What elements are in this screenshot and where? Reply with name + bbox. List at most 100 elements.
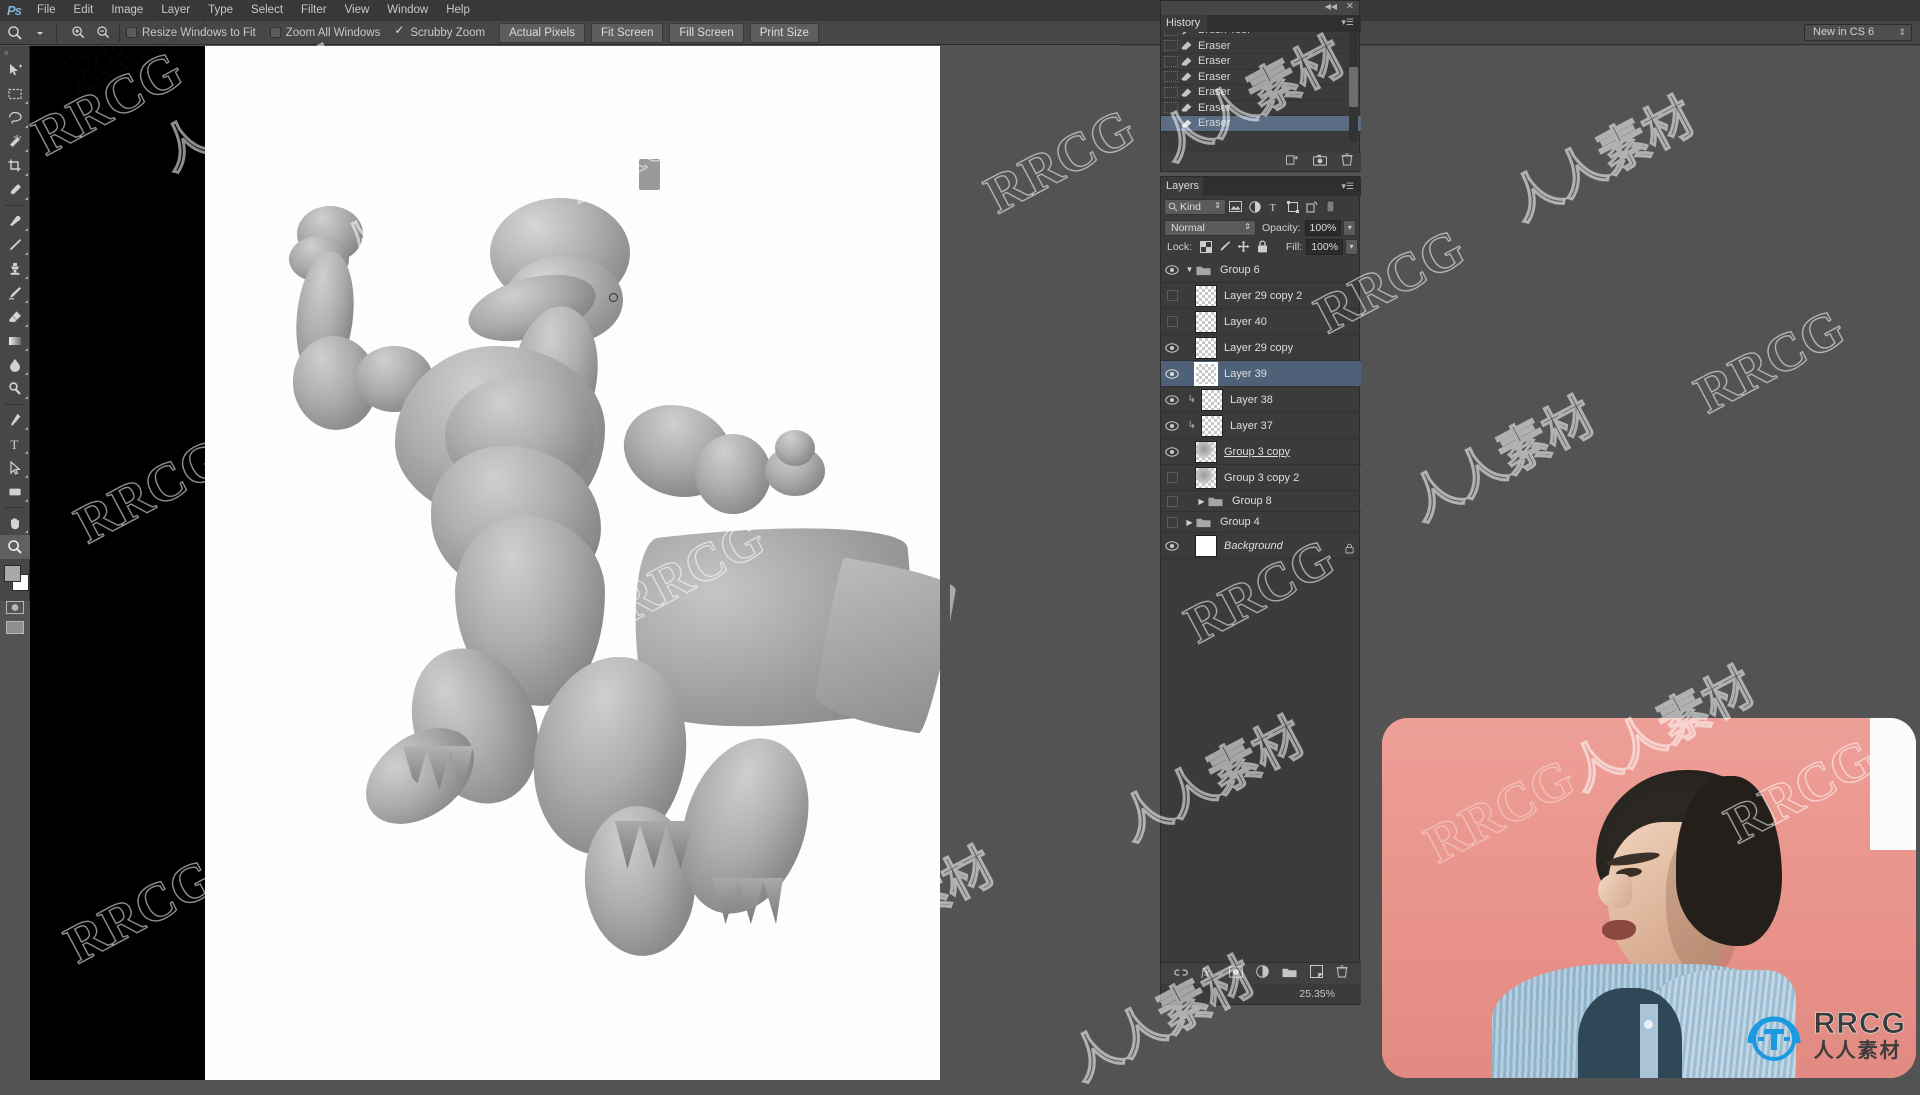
layer-thumbnail[interactable] [1195, 535, 1217, 557]
lock-image-pixels-icon[interactable] [1215, 239, 1234, 255]
blur-tool[interactable] [0, 353, 30, 377]
layer-row-group-6[interactable]: ▼ Group 6 [1161, 257, 1361, 283]
layer-thumbnail[interactable] [1195, 441, 1217, 463]
pixel-filter-icon[interactable] [1226, 199, 1245, 215]
scrubby-zoom-checkbox[interactable]: Scrubby Zoom [394, 27, 485, 39]
layer-list[interactable]: ▼ Group 6 Layer 29 copy 2 Layer 40 [1161, 257, 1361, 982]
type-tool[interactable]: T [0, 432, 30, 456]
history-panel-menu-icon[interactable]: ▾☰ [1341, 17, 1354, 28]
layer-row-group-3-copy[interactable]: Group 3 copy [1161, 439, 1361, 465]
delete-layer-icon[interactable] [1336, 965, 1348, 983]
visibility-toggle[interactable] [1161, 283, 1183, 309]
fill-value[interactable]: 100% [1306, 239, 1343, 255]
visibility-toggle[interactable] [1161, 387, 1183, 413]
tab-history[interactable]: History [1161, 15, 1207, 32]
blend-mode-select[interactable]: Normal ⇕ [1164, 220, 1256, 236]
filter-toggle-icon[interactable] [1321, 199, 1340, 215]
dodge-tool[interactable] [0, 377, 30, 401]
foreground-color-swatch[interactable] [4, 565, 21, 582]
brush-tool[interactable] [0, 233, 30, 257]
layer-row-group-8[interactable]: ▶ Group 8 [1161, 491, 1361, 512]
magic-wand-tool[interactable] [0, 130, 30, 154]
lock-position-icon[interactable] [1234, 239, 1253, 255]
visibility-toggle[interactable] [1161, 413, 1183, 439]
menu-image[interactable]: Image [102, 0, 152, 21]
zoom-all-windows-checkbox[interactable]: Zoom All Windows [270, 27, 381, 39]
clone-stamp-tool[interactable] [0, 257, 30, 281]
history-item-selected[interactable]: Eraser [1161, 116, 1361, 132]
new-group-icon[interactable] [1282, 965, 1297, 983]
layer-name[interactable]: Background [1224, 540, 1283, 552]
layer-thumbnail[interactable] [1195, 337, 1217, 359]
crop-tool[interactable] [0, 154, 30, 178]
print-size-button[interactable]: Print Size [750, 23, 819, 43]
opacity-stepper[interactable]: ▾ [1343, 220, 1356, 236]
tool-preset-chevron-down-icon[interactable] [30, 23, 50, 43]
menu-file[interactable]: File [28, 0, 65, 21]
type-filter-icon[interactable]: T [1264, 199, 1283, 215]
opacity-value[interactable]: 100% [1305, 220, 1342, 236]
tab-layers[interactable]: Layers [1161, 177, 1203, 196]
group-expand-triangle-icon[interactable]: ▶ [1195, 497, 1208, 506]
layer-row-group-3-copy-2[interactable]: Group 3 copy 2 [1161, 465, 1361, 491]
layer-name[interactable]: Layer 39 [1224, 368, 1267, 380]
zoom-out-icon[interactable] [93, 23, 113, 43]
marquee-tool[interactable] [0, 82, 30, 106]
layer-row-layer-29-copy[interactable]: Layer 29 copy [1161, 335, 1361, 361]
layer-name[interactable]: Layer 37 [1230, 420, 1273, 432]
history-item[interactable]: Eraser [1161, 85, 1361, 101]
healing-brush-tool[interactable] [0, 209, 30, 233]
layer-row-layer-39-selected[interactable]: Layer 39 [1161, 361, 1361, 387]
close-icon[interactable]: ✕ [1346, 1, 1354, 12]
menu-select[interactable]: Select [242, 0, 292, 21]
zoom-in-icon[interactable] [68, 23, 88, 43]
menu-layer[interactable]: Layer [152, 0, 199, 21]
screen-mode-toggle[interactable] [0, 617, 30, 637]
layer-thumbnail[interactable] [1195, 363, 1217, 385]
link-layers-icon[interactable] [1174, 965, 1188, 983]
layer-name[interactable]: Layer 29 copy [1224, 342, 1293, 354]
actual-pixels-button[interactable]: Actual Pixels [499, 23, 585, 43]
zoom-tool-icon[interactable] [5, 23, 25, 43]
new-layer-icon[interactable] [1310, 965, 1323, 983]
resize-windows-to-fit-checkbox[interactable]: Resize Windows to Fit [126, 27, 256, 39]
shape-filter-icon[interactable] [1283, 199, 1302, 215]
history-snapshot-box[interactable] [1164, 118, 1178, 129]
rectangle-tool[interactable] [0, 480, 30, 504]
new-document-from-state-icon[interactable] [1286, 153, 1299, 171]
menu-view[interactable]: View [336, 0, 379, 21]
foreground-background-color-swatches[interactable] [0, 563, 30, 597]
layer-thumbnail[interactable] [1201, 415, 1223, 437]
layer-name[interactable]: Group 4 [1220, 516, 1260, 528]
layer-row-layer-29-copy-2[interactable]: Layer 29 copy 2 [1161, 283, 1361, 309]
path-selection-tool[interactable] [0, 456, 30, 480]
menu-filter[interactable]: Filter [292, 0, 336, 21]
visibility-toggle[interactable] [1161, 335, 1183, 361]
fill-screen-button[interactable]: Fill Screen [669, 23, 743, 43]
visibility-toggle[interactable] [1161, 439, 1183, 465]
history-item[interactable]: Eraser [1161, 101, 1361, 117]
layer-name[interactable]: Layer 40 [1224, 316, 1267, 328]
layer-row-background[interactable]: Background [1161, 533, 1361, 559]
history-panel[interactable]: ◀◀ ✕ History ▾☰ Brush Tool Eraser Eraser [1160, 0, 1360, 172]
hand-tool[interactable] [0, 511, 30, 535]
menu-help[interactable]: Help [437, 0, 479, 21]
history-snapshot-box[interactable] [1164, 71, 1178, 82]
layer-row-layer-38[interactable]: ↳ Layer 38 [1161, 387, 1361, 413]
history-snapshot-box[interactable] [1164, 102, 1178, 113]
layer-name[interactable]: Group 3 copy 2 [1224, 472, 1299, 484]
layers-panel[interactable]: Layers ▾☰ Kind ⇕ T Normal [1160, 176, 1360, 1005]
history-brush-tool[interactable] [0, 281, 30, 305]
lasso-tool[interactable] [0, 106, 30, 130]
new-snapshot-icon[interactable] [1313, 153, 1327, 171]
layer-row-layer-40[interactable]: Layer 40 [1161, 309, 1361, 335]
lock-all-icon[interactable] [1253, 239, 1272, 255]
visibility-toggle[interactable] [1161, 533, 1183, 559]
delete-icon[interactable] [1341, 153, 1353, 171]
lock-transparent-pixels-icon[interactable] [1196, 239, 1215, 255]
history-snapshot-box[interactable] [1164, 32, 1178, 36]
eyedropper-tool[interactable] [0, 178, 30, 202]
eraser-tool[interactable] [0, 305, 30, 329]
move-tool[interactable] [0, 58, 30, 82]
layer-name[interactable]: Group 8 [1232, 495, 1272, 507]
